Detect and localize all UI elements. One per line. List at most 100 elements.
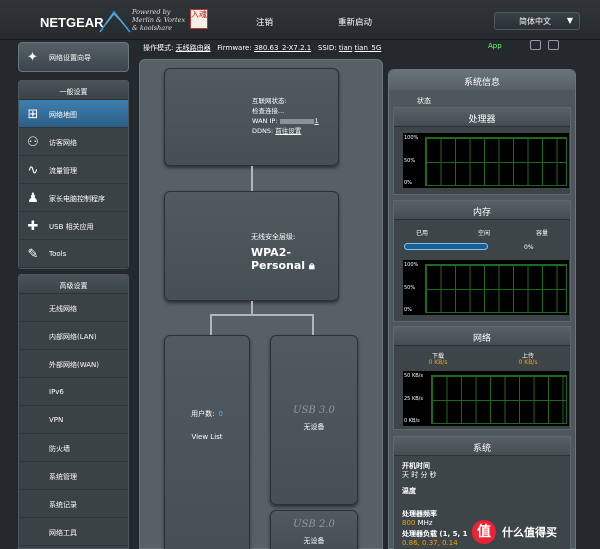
cpu-frequency-label: 处理器频率 xyxy=(402,510,437,518)
copy-icon[interactable] xyxy=(548,40,559,50)
sidebar-item-3[interactable]: ♟ 家长电脑控制程序 xyxy=(19,184,128,212)
sidebar-item-4[interactable]: ✚ USB 相关应用 xyxy=(19,212,128,240)
system-title: 系统 xyxy=(394,437,570,456)
memory-total-label: 容量 xyxy=(536,230,549,237)
advanced-item-3[interactable]: IPv6 xyxy=(19,378,128,406)
guest-network-icon: ⚇ xyxy=(27,135,39,150)
connector-line xyxy=(210,314,314,316)
memory-percent: 0% xyxy=(524,244,534,251)
firmware-label: Firmware: xyxy=(217,44,252,52)
network-graph: 50 KB/s 25 KB/s 0 KB/s xyxy=(403,371,569,426)
download-value: 0 KB/s xyxy=(428,359,448,366)
memory-usage-bar xyxy=(404,243,488,250)
app-link[interactable]: App xyxy=(488,42,502,50)
advanced-item-4[interactable]: VPN xyxy=(19,406,128,434)
sidebar-item-0[interactable]: ⊞ 网络地图 xyxy=(19,100,128,128)
uptime-value: 天 时 分 秒 xyxy=(402,471,437,479)
users-icon[interactable] xyxy=(530,40,541,50)
sidebar-item-1[interactable]: ⚇ 访客网络 xyxy=(19,128,128,156)
language-select[interactable]: 简体中文 ▼ xyxy=(494,12,580,30)
connector-line xyxy=(251,301,253,315)
advanced-item-8[interactable]: 网络工具 xyxy=(19,518,128,546)
logout-button[interactable]: 注销 xyxy=(256,16,273,28)
uptime-block: 开机时间 天 时 分 秒 xyxy=(402,462,437,480)
connector-line xyxy=(312,314,314,335)
router-box[interactable]: 无线安全层级: WPA2-Personal 🔒︎ xyxy=(164,191,339,301)
memory-title: 内存 xyxy=(394,201,570,220)
language-value: 简体中文 xyxy=(519,17,551,26)
advanced-item-7[interactable]: 系统记录 xyxy=(19,490,128,518)
powered-by-text: Powered by Merlin & Vortex & koolshare xyxy=(132,8,186,32)
advanced-settings-group: 高级设置 无线网络 内部网络(LAN) 外部网络(WAN) IPv6 VPN 防火墙 系统管… xyxy=(18,274,129,549)
advanced-item-5[interactable]: 防火墙 xyxy=(19,434,128,462)
temperature-label: 温度 xyxy=(402,487,416,495)
internet-status-value: 检查连接... xyxy=(252,107,285,115)
axis-label: 0% xyxy=(404,180,412,186)
network-title: 网络 xyxy=(394,327,570,346)
advanced-item-6[interactable]: 系统管理 xyxy=(19,462,128,490)
usb3-box[interactable]: USB 3.0 无设备 xyxy=(270,335,358,505)
sidebar: ✦ 网络设置向导 一般设置 ⊞ 网络地图 ⚇ 访客网络 ∿ 流量管理 ♟ 家长电脑控制程序 ✚ U… xyxy=(18,40,129,549)
sidebar-item-label: 网络地图 xyxy=(49,111,77,119)
watermark: 值 什么值得买 xyxy=(472,520,600,544)
sidebar-item-5[interactable]: ✎ Tools xyxy=(19,240,128,268)
advanced-item-1[interactable]: 内部网络(LAN) xyxy=(19,322,128,350)
usb3-title: USB 3.0 xyxy=(293,405,335,416)
axis-label: 50 KB/s xyxy=(404,373,423,379)
system-info-panel: 系统信息 状态 处理器 100% 50% 0% 内存 已用 空闲 容量 0% 1… xyxy=(388,69,576,549)
axis-label: 25 KB/s xyxy=(404,396,423,402)
upload-value: 0 KB/s xyxy=(518,359,538,366)
ssid-link-24g[interactable]: tian xyxy=(339,44,352,52)
internet-status-box[interactable]: 互联网状态: 检查连接... WAN IP: 1 DDNS: 前往设置 xyxy=(164,68,339,166)
ddns-link[interactable]: 前往设置 xyxy=(275,127,301,135)
status-info-row: 操作模式: 无线路由器 Firmware: 380.63_2-X7.2.1 SS… xyxy=(143,43,381,53)
usb2-status: 无设备 xyxy=(303,537,325,545)
parental-icon: ♟ xyxy=(27,191,39,206)
advanced-item-0[interactable]: 无线网络 xyxy=(19,294,128,322)
cpu-frequency-value: 800 xyxy=(402,519,416,527)
security-level-label: 无线安全层级: xyxy=(251,233,296,241)
axis-label: 0% xyxy=(404,307,412,313)
mode-label: 操作模式: xyxy=(143,44,174,52)
cpu-frequency-unit: MHz xyxy=(417,519,433,527)
traffic-icon: ∿ xyxy=(27,163,39,178)
brand-logo: NETGEAR xyxy=(40,15,104,30)
ssid-label: SSID: xyxy=(317,44,337,52)
clients-count: 用户数: 0 xyxy=(191,410,223,418)
firmware-link[interactable]: 380.63_2-X7.2.1 xyxy=(254,44,311,52)
cpu-grid xyxy=(425,137,567,186)
view-list-link[interactable]: View List xyxy=(165,433,249,441)
usb2-title: USB 2.0 xyxy=(293,519,335,530)
sidebar-item-label: 访客网络 xyxy=(49,139,77,147)
wrench-icon: ✎ xyxy=(27,247,39,262)
general-settings-group: 一般设置 ⊞ 网络地图 ⚇ 访客网络 ∿ 流量管理 ♟ 家长电脑控制程序 ✚ USB 相关应用 ✎ T… xyxy=(18,80,129,269)
memory-card: 内存 已用 空闲 容量 0% 100% 50% 0% xyxy=(393,200,571,322)
advanced-item-2[interactable]: 外部网络(WAN) xyxy=(19,350,128,378)
sidebar-item-label: Tools xyxy=(49,250,67,258)
clients-box[interactable]: 用户数: 0 View List xyxy=(164,335,250,549)
memory-graph: 100% 50% 0% xyxy=(403,260,569,315)
reboot-button[interactable]: 重新启动 xyxy=(338,16,372,28)
axis-label: 50% xyxy=(404,285,416,291)
top-bar: NETGEAR Powered by Merlin & Vortex & koo… xyxy=(0,0,600,40)
network-card: 网络 下载 0 KB/s 上传 0 KB/s 50 KB/s 25 KB/s 0… xyxy=(393,326,571,430)
sidebar-item-label: 家长电脑控制程序 xyxy=(49,195,105,203)
mode-link[interactable]: 无线路由器 xyxy=(176,44,211,52)
sidebar-item-2[interactable]: ∿ 流量管理 xyxy=(19,156,128,184)
axis-label: 100% xyxy=(404,262,419,268)
watermark-badge: 值 xyxy=(472,520,496,544)
memory-grid xyxy=(425,264,567,313)
sidebar-item-label: 流量管理 xyxy=(49,167,77,175)
cpu-load-block: 处理器负载 (1, 5, 1 0.86, 0.37, 0.14 xyxy=(402,530,467,548)
connector-line xyxy=(210,314,212,335)
seal-logo: 入魂 xyxy=(190,9,208,29)
setup-wizard-button[interactable]: ✦ 网络设置向导 xyxy=(18,42,129,72)
chevron-down-icon: ▼ xyxy=(566,16,573,25)
ssid-link-5g[interactable]: tian_5G xyxy=(354,44,381,52)
magic-wand-icon: ✦ xyxy=(27,50,38,65)
sidebar-item-label: USB 相关应用 xyxy=(49,223,94,231)
internet-status-label: 互联网状态: xyxy=(252,97,287,105)
usb2-box[interactable]: USB 2.0 无设备 xyxy=(270,510,358,549)
usb3-status: 无设备 xyxy=(303,423,325,431)
cpu-load-label: 处理器负载 (1, 5, 1 xyxy=(402,530,468,538)
